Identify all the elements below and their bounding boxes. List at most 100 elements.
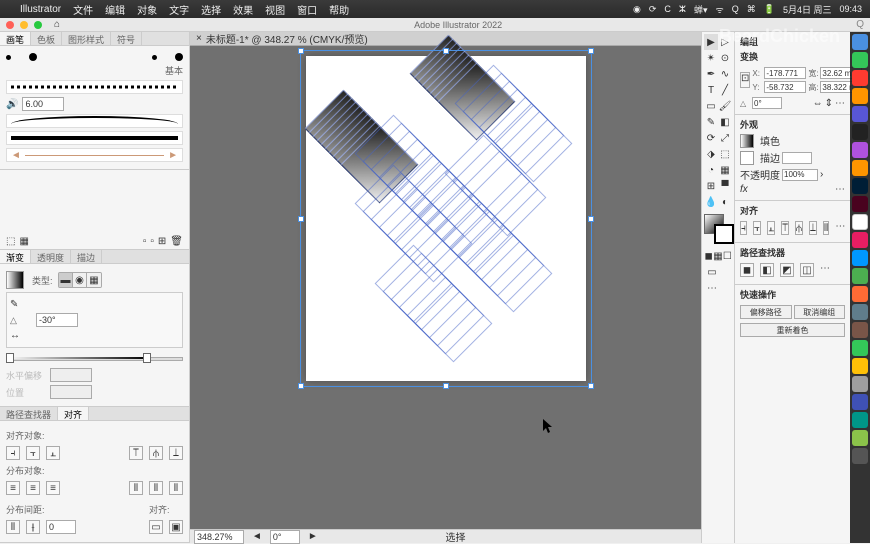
anchor-widget[interactable]: ⊡ [740, 72, 750, 88]
dist-space-h-button[interactable]: ⫲ [26, 520, 40, 534]
dist-left-button[interactable]: ⦀ [129, 481, 143, 495]
dist-bottom-button[interactable]: ≡ [46, 481, 60, 495]
gradient-radial-button[interactable]: ◉ [73, 273, 87, 287]
basic-label[interactable]: 基本 [6, 64, 183, 77]
panel-icon[interactable]: ⬚ [6, 236, 15, 247]
dock-illustrator-icon[interactable] [852, 160, 868, 176]
align-right-button[interactable]: ⫠ [767, 221, 775, 235]
shaper-tool[interactable]: ✎ [704, 114, 718, 130]
offset-path-button[interactable]: 偏移路径 [740, 305, 792, 319]
curvature-tool[interactable]: ∿ [718, 66, 732, 82]
v-offset-input[interactable] [50, 385, 92, 399]
align-top-button[interactable]: ⟙ [781, 221, 789, 235]
mesh-tool[interactable]: ⊞ [704, 178, 718, 194]
resize-handle[interactable] [588, 383, 594, 389]
home-icon[interactable]: ⌂ [54, 19, 60, 30]
ungroup-button[interactable]: 取消编组 [794, 305, 846, 319]
scale-tool[interactable]: ⤢ [718, 130, 732, 146]
gradient-slider[interactable] [6, 354, 183, 362]
dist-space-v-button[interactable]: ⫴ [6, 520, 20, 534]
brush-stroke-preview[interactable] [6, 131, 183, 145]
more-icon[interactable]: ⋯ [835, 184, 845, 195]
search-icon[interactable]: Q [732, 4, 739, 14]
dock-app-icon[interactable] [852, 214, 868, 230]
zoom-input[interactable] [194, 530, 244, 544]
type-tool[interactable]: T [704, 82, 718, 98]
h-offset-input[interactable] [50, 368, 92, 382]
bluetooth-icon[interactable]: ⵣ [679, 4, 686, 15]
free-transform-tool[interactable]: ⬚ [718, 146, 732, 162]
resize-handle[interactable] [443, 383, 449, 389]
dock-app-icon[interactable] [852, 268, 868, 284]
more-icon[interactable]: ⋯ [835, 221, 845, 235]
paintbrush-tool[interactable]: 🖌 [718, 98, 732, 114]
dock-app-icon[interactable] [852, 340, 868, 356]
dock-app-icon[interactable] [852, 106, 868, 122]
align-left-button[interactable]: ⫞ [6, 446, 20, 460]
align-vcenter-button[interactable]: ⫛ [149, 446, 163, 460]
flip-h-icon[interactable]: ⇔ [813, 98, 823, 109]
resize-handle[interactable] [588, 48, 594, 54]
stroke-weight-input[interactable] [782, 152, 812, 164]
brush-preset[interactable] [6, 55, 11, 60]
blend-tool[interactable]: ◐ [718, 194, 732, 210]
wifi-icon[interactable]: ᯤ [716, 3, 724, 16]
tab-symbols[interactable]: 符号 [111, 32, 142, 45]
dock-app-icon[interactable] [852, 250, 868, 266]
user-icon[interactable]: 蝉▾ [694, 3, 708, 16]
close-window-button[interactable] [6, 21, 14, 29]
spacing-input[interactable] [46, 520, 76, 534]
eraser-tool[interactable]: ◧ [718, 114, 732, 130]
intersect-button[interactable]: ◩ [780, 263, 794, 277]
status-icon[interactable]: C [664, 4, 671, 14]
dock-app-icon[interactable] [852, 376, 868, 392]
gradient-freeform-button[interactable]: ▦ [87, 273, 101, 287]
status-icon[interactable]: ⟳ [649, 4, 657, 15]
tab-swatches[interactable]: 色板 [31, 32, 62, 45]
align-bottom-button[interactable]: ⟘ [809, 221, 817, 235]
align-vcenter-button[interactable]: ⫛ [795, 221, 803, 235]
align-top-button[interactable]: ⟙ [129, 446, 143, 460]
tab-graphic-styles[interactable]: 图形样式 [62, 32, 111, 45]
dock-indesign-icon[interactable] [852, 196, 868, 212]
flip-icon[interactable]: ↔ [10, 330, 20, 341]
resize-handle[interactable] [588, 216, 594, 222]
battery-icon[interactable]: 🔋 [764, 4, 775, 15]
fill-stroke-indicator[interactable] [704, 214, 734, 244]
align-bottom-button[interactable]: ⟘ [169, 446, 183, 460]
brush-stroke-preview[interactable]: ◄► [6, 148, 183, 162]
dock-app-icon[interactable] [852, 34, 868, 50]
panel-icon[interactable]: ⊞ [158, 236, 166, 247]
search-icon[interactable]: Q [856, 19, 864, 30]
color-mode[interactable]: ▦ [713, 248, 722, 264]
recolor-button[interactable]: 重新着色 [740, 323, 845, 337]
dock-app-icon[interactable] [852, 286, 868, 302]
gradient-angle-input[interactable] [36, 313, 78, 327]
screen-mode[interactable]: ▭ [704, 264, 720, 280]
dist-right-button[interactable]: ⦀ [169, 481, 183, 495]
close-tab-icon[interactable]: × [196, 33, 202, 44]
dock-app-icon[interactable] [852, 88, 868, 104]
pen-tool[interactable]: ✒ [704, 66, 718, 82]
dist-vcenter-button[interactable]: ≡ [26, 481, 40, 495]
rotate-tool[interactable]: ⟳ [704, 130, 718, 146]
tab-transparency[interactable]: 透明度 [31, 250, 71, 263]
control-center-icon[interactable]: ⌘ [747, 4, 756, 15]
dist-button[interactable]: ⦀ [823, 221, 829, 235]
width-tool[interactable]: ⬗ [704, 146, 718, 162]
menu-object[interactable]: 对象 [137, 2, 157, 17]
fill-swatch[interactable] [740, 134, 754, 148]
resize-handle[interactable] [298, 383, 304, 389]
color-mode[interactable]: ☐ [723, 248, 732, 264]
gradient-swatch[interactable] [6, 271, 24, 289]
menu-select[interactable]: 选择 [201, 2, 221, 17]
y-input[interactable] [764, 81, 806, 93]
minus-front-button[interactable]: ◧ [760, 263, 774, 277]
align-hcenter-button[interactable]: ⫟ [26, 446, 40, 460]
menu-file[interactable]: 文件 [73, 2, 93, 17]
more-icon[interactable]: ⋯ [820, 263, 830, 277]
gradient-tool[interactable]: ▀ [718, 178, 732, 194]
fx-label[interactable]: fx [740, 184, 748, 195]
menu-window[interactable]: 窗口 [297, 2, 317, 17]
brush-stroke-preview[interactable] [6, 114, 183, 128]
